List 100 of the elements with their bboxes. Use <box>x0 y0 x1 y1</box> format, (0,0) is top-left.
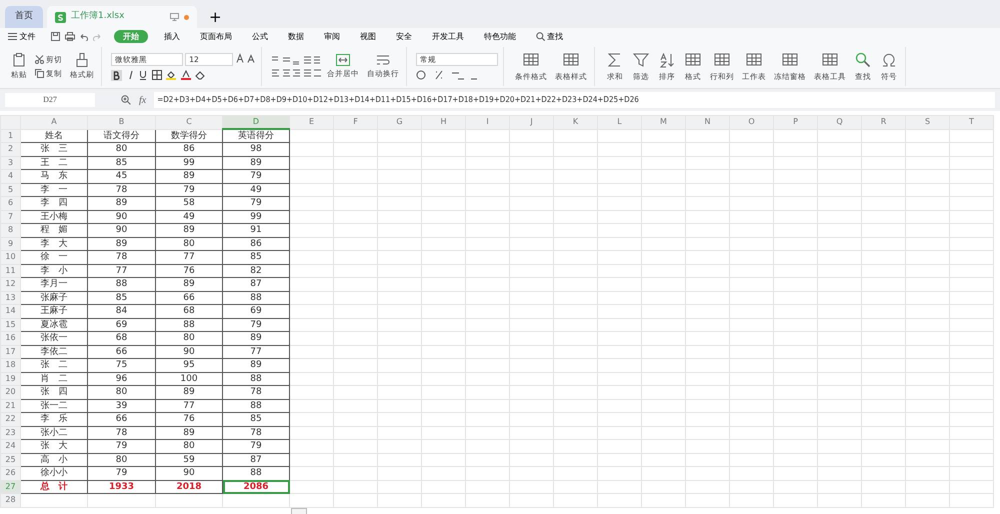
ribbon-tab[interactable]: 数据 <box>284 30 308 43</box>
ribbon-tab[interactable]: 插入 <box>160 30 184 43</box>
table-cell: 王麻子 <box>20 304 88 318</box>
function-label[interactable]: fx <box>139 92 146 108</box>
bold-icon[interactable] <box>111 70 122 80</box>
horizontal-align-icon[interactable] <box>270 68 321 78</box>
column-header[interactable]: S <box>906 116 950 129</box>
row-header[interactable]: 3 <box>0 156 20 170</box>
ribbon-tab[interactable]: 开发工具 <box>428 30 468 43</box>
column-header[interactable]: T <box>950 116 994 129</box>
column-header[interactable]: C <box>156 116 222 129</box>
formula-field[interactable]: =D2+D3+D4+D5+D6+D7+D8+D9+D10+D12+D13+D14+D11+D15+D16+D17+D18+D19+D20+D21+D22+D23+D24+D25+D26 <box>154 92 995 108</box>
table-cell: 77 <box>156 399 222 412</box>
table-cell: 语文得分 <box>88 129 156 142</box>
column-header[interactable]: N <box>686 116 730 129</box>
column-header[interactable]: L <box>598 116 642 129</box>
row-header[interactable]: 7 <box>0 210 20 224</box>
row-header[interactable]: 1 <box>0 129 20 142</box>
row-header[interactable]: 13 <box>0 291 20 304</box>
row-header[interactable]: 15 <box>0 318 20 332</box>
column-header[interactable]: E <box>290 116 334 129</box>
column-header[interactable]: M <box>642 116 686 129</box>
shrink-font-icon[interactable] <box>246 52 256 62</box>
search-icon <box>854 50 872 69</box>
row-header[interactable]: 20 <box>0 386 20 399</box>
column-header[interactable]: A <box>20 116 88 129</box>
ribbon-tab[interactable]: 开始 <box>114 30 148 43</box>
table-cell: 89 <box>156 224 222 237</box>
column-header[interactable]: P <box>774 116 818 129</box>
new-tab-button[interactable]: + <box>201 6 230 28</box>
column-header[interactable]: O <box>730 116 774 129</box>
search-button[interactable]: 查找 <box>532 30 567 43</box>
row-header[interactable]: 9 <box>0 237 20 250</box>
save-icon[interactable] <box>51 32 60 41</box>
ribbon-tab[interactable]: 公式 <box>248 30 272 43</box>
column-header[interactable]: K <box>554 116 598 129</box>
row-header[interactable]: 23 <box>0 426 20 440</box>
row-header[interactable]: 14 <box>0 304 20 318</box>
column-header[interactable]: Q <box>818 116 862 129</box>
row-header[interactable]: 5 <box>0 183 20 196</box>
fill-color-icon[interactable] <box>166 70 176 80</box>
ribbon-tab[interactable]: 视图 <box>356 30 380 43</box>
table-cell: 99 <box>222 210 290 224</box>
vertical-align-icon[interactable] <box>270 55 321 66</box>
file-tab[interactable]: 工作簿1.xlsx <box>47 6 197 28</box>
selected-cell[interactable]: 2086 <box>222 480 290 494</box>
table-cell: 肖 二 <box>20 372 88 386</box>
ribbon-tab[interactable]: 审阅 <box>320 30 344 43</box>
table-cell: 91 <box>222 224 290 237</box>
table-cell: 李依二 <box>20 345 88 358</box>
row-header[interactable]: 18 <box>0 358 20 372</box>
print-icon[interactable] <box>64 32 75 41</box>
row-header[interactable]: 25 <box>0 453 20 466</box>
row-header[interactable]: 26 <box>0 466 20 480</box>
row-header[interactable]: 11 <box>0 264 20 278</box>
column-header[interactable]: D <box>222 116 290 129</box>
clipboard-icon <box>12 52 26 67</box>
table-cell: 79 <box>222 170 290 183</box>
table-cell: 77 <box>156 250 222 264</box>
italic-icon[interactable] <box>126 70 134 80</box>
font-color-icon[interactable] <box>180 70 190 80</box>
row-header[interactable]: 16 <box>0 332 20 345</box>
home-tab[interactable]: 首页 <box>5 6 43 28</box>
grow-font-icon[interactable] <box>236 52 244 62</box>
row-header[interactable]: 19 <box>0 372 20 386</box>
border-icon[interactable] <box>152 70 162 80</box>
row-header[interactable]: 12 <box>0 278 20 291</box>
table-cell: 78 <box>222 426 290 440</box>
name-box[interactable]: D27 <box>5 93 95 107</box>
table-cell: 总 计 <box>20 480 88 494</box>
eraser-icon[interactable] <box>195 70 205 80</box>
ribbon-tab[interactable]: 页面布局 <box>196 30 236 43</box>
row-header[interactable]: 24 <box>0 440 20 453</box>
row-header[interactable]: 8 <box>0 224 20 237</box>
ribbon-tab[interactable]: 安全 <box>392 30 416 43</box>
table-cell: 90 <box>88 224 156 237</box>
column-header[interactable]: R <box>862 116 906 129</box>
row-header[interactable]: 10 <box>0 250 20 264</box>
ribbon-tab[interactable]: 特色功能 <box>480 30 520 43</box>
row-header[interactable]: 21 <box>0 399 20 412</box>
row-header[interactable]: 17 <box>0 345 20 358</box>
row-header[interactable]: 4 <box>0 170 20 183</box>
file-menu[interactable]: 文件 <box>4 30 40 43</box>
column-header[interactable]: J <box>510 116 554 129</box>
row-header[interactable]: 27 <box>0 480 20 494</box>
table-cell: 76 <box>156 264 222 278</box>
column-header[interactable]: B <box>88 116 156 129</box>
table-cell: 李 一 <box>20 183 88 196</box>
row-header[interactable]: 28 <box>0 494 20 507</box>
column-header[interactable]: H <box>422 116 466 129</box>
table-cell: 88 <box>88 278 156 291</box>
underline-icon[interactable] <box>139 70 147 80</box>
table-cell: 85 <box>222 250 290 264</box>
undo-icon[interactable] <box>79 32 88 40</box>
row-header[interactable]: 22 <box>0 412 20 426</box>
column-header[interactable]: I <box>466 116 510 129</box>
column-header[interactable]: F <box>334 116 378 129</box>
row-header[interactable]: 6 <box>0 196 20 210</box>
column-header[interactable]: G <box>378 116 422 129</box>
row-header[interactable]: 2 <box>0 142 20 156</box>
